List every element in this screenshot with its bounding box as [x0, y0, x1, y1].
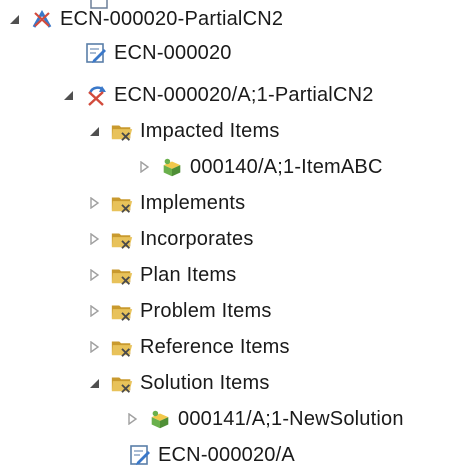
change-notice-icon [30, 7, 54, 31]
folder-icon [110, 227, 134, 251]
tree-row-ecn-000020-a[interactable]: ECN-000020/A [128, 438, 295, 472]
tree-item-label: Implements [140, 192, 246, 214]
collapsed-arrow-icon[interactable] [86, 267, 102, 283]
tree-item-label: Plan Items [140, 264, 237, 286]
tree-item-label: ECN-000020/A [158, 444, 295, 466]
collapsed-arrow-icon[interactable] [86, 339, 102, 355]
tree-item-label: Problem Items [140, 300, 272, 322]
tree-item-label: ECN-000020/A;1-PartialCN2 [114, 84, 374, 106]
tree-row-incorporates[interactable]: Incorporates [86, 222, 254, 256]
expanded-arrow-icon[interactable] [6, 11, 22, 27]
folder-icon [110, 191, 134, 215]
folder-icon [110, 263, 134, 287]
tree-item-label: 000141/A;1-NewSolution [178, 408, 404, 430]
collapsed-arrow-icon[interactable] [86, 303, 102, 319]
tree-row-ecn-revision[interactable]: ECN-000020/A;1-PartialCN2 [60, 78, 374, 112]
folder-icon [110, 335, 134, 359]
tree-row-impacted-items[interactable]: Impacted Items [86, 114, 280, 148]
tree-item-label: Solution Items [140, 372, 270, 394]
expanded-arrow-icon[interactable] [86, 123, 102, 139]
collapsed-arrow-icon[interactable] [86, 195, 102, 211]
tree-row-item-000140[interactable]: 000140/A;1-ItemABC [136, 150, 383, 184]
tree-row-plan-items[interactable]: Plan Items [86, 258, 236, 292]
tree-row-solution-items[interactable]: Solution Items [86, 366, 270, 400]
tree-item-label: ECN-000020 [114, 42, 232, 64]
tree-row-implements[interactable]: Implements [86, 186, 245, 220]
expanded-arrow-icon[interactable] [60, 87, 76, 103]
collapsed-arrow-icon[interactable] [136, 159, 152, 175]
tree-item-label: Reference Items [140, 336, 290, 358]
collapsed-arrow-icon[interactable] [86, 231, 102, 247]
folder-icon [110, 371, 134, 395]
change-notice-revision-icon [84, 83, 108, 107]
tree-row-ecn-000020[interactable]: ECN-000020 [84, 36, 232, 70]
item-icon [148, 407, 172, 431]
tree-view: ECN-000020-PartialCN2 ECN-000020 ECN-000… [0, 0, 461, 470]
tree-row-ecn-partialcn2[interactable]: ECN-000020-PartialCN2 [6, 2, 283, 36]
tree-item-label: Impacted Items [140, 120, 280, 142]
tree-item-label: Incorporates [140, 228, 254, 250]
collapsed-arrow-icon[interactable] [124, 411, 140, 427]
item-icon [160, 155, 184, 179]
tree-row-problem-items[interactable]: Problem Items [86, 294, 272, 328]
folder-icon [110, 299, 134, 323]
tree-item-label: 000140/A;1-ItemABC [190, 156, 383, 178]
folder-icon [110, 119, 134, 143]
tree-row-reference-items[interactable]: Reference Items [86, 330, 290, 364]
expanded-arrow-icon[interactable] [86, 375, 102, 391]
tree-item-label: ECN-000020-PartialCN2 [60, 8, 284, 30]
document-edit-icon [84, 41, 108, 65]
tree-row-item-000141[interactable]: 000141/A;1-NewSolution [124, 402, 404, 436]
document-edit-icon [128, 443, 152, 467]
